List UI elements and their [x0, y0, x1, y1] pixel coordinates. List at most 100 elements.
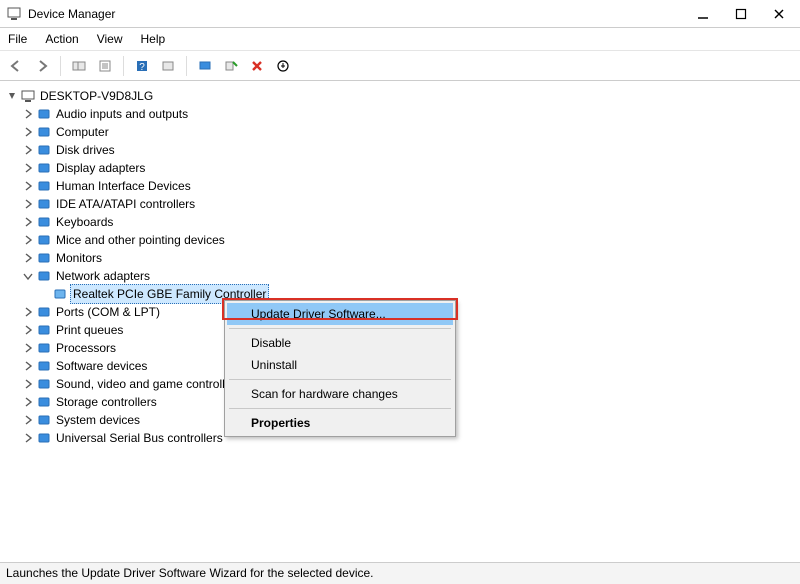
device-category-icon: [36, 214, 52, 230]
back-button[interactable]: [6, 56, 26, 76]
device-category-icon: [36, 322, 52, 338]
menu-file[interactable]: File: [8, 32, 27, 46]
tree-category-label[interactable]: Processors: [56, 339, 116, 357]
enable-button[interactable]: [273, 56, 293, 76]
menu-action[interactable]: Action: [45, 32, 78, 46]
uninstall-button[interactable]: [221, 56, 241, 76]
expand-icon[interactable]: [22, 378, 34, 390]
device-category-icon: [36, 340, 52, 356]
tree-category-label[interactable]: Keyboards: [56, 213, 113, 231]
collapse-icon[interactable]: [22, 270, 34, 282]
tree-category[interactable]: Disk drives: [4, 141, 796, 159]
toolbar: ?: [0, 51, 800, 81]
tree-root-label[interactable]: DESKTOP-V9D8JLG: [40, 87, 153, 105]
tree-category[interactable]: Network adapters: [4, 267, 796, 285]
ctx-separator: [229, 379, 451, 380]
device-category-icon: [36, 232, 52, 248]
statusbar: Launches the Update Driver Software Wiza…: [0, 562, 800, 584]
device-category-icon: [36, 196, 52, 212]
tree-category[interactable]: Monitors: [4, 249, 796, 267]
window-buttons: [696, 7, 794, 21]
tree-category-label[interactable]: Human Interface Devices: [56, 177, 191, 195]
app-icon: [6, 6, 22, 22]
expand-icon[interactable]: [22, 414, 34, 426]
tree-category-label[interactable]: Disk drives: [56, 141, 115, 159]
tree-category-label[interactable]: Computer: [56, 123, 109, 141]
tree-category-label[interactable]: Print queues: [56, 321, 123, 339]
properties-button[interactable]: [95, 56, 115, 76]
device-category-icon: [36, 268, 52, 284]
expand-icon[interactable]: [22, 108, 34, 120]
device-category-icon: [36, 412, 52, 428]
expand-icon[interactable]: [22, 324, 34, 336]
window-title: Device Manager: [28, 7, 115, 21]
network-adapter-icon: [52, 286, 68, 302]
tree-category[interactable]: Audio inputs and outputs: [4, 105, 796, 123]
minimize-button[interactable]: [696, 7, 710, 21]
maximize-button[interactable]: [734, 7, 748, 21]
statusbar-text: Launches the Update Driver Software Wiza…: [6, 566, 374, 580]
tree-category-label[interactable]: System devices: [56, 411, 140, 429]
expand-icon[interactable]: [22, 162, 34, 174]
tree-category[interactable]: Mice and other pointing devices: [4, 231, 796, 249]
menu-help[interactable]: Help: [141, 32, 166, 46]
device-category-icon: [36, 304, 52, 320]
ctx-scan[interactable]: Scan for hardware changes: [227, 383, 453, 405]
ctx-properties[interactable]: Properties: [227, 412, 453, 434]
ctx-disable[interactable]: Disable: [227, 332, 453, 354]
tree-category-label[interactable]: Display adapters: [56, 159, 145, 177]
expand-icon[interactable]: [22, 306, 34, 318]
ctx-uninstall[interactable]: Uninstall: [227, 354, 453, 376]
device-category-icon: [36, 124, 52, 140]
forward-button[interactable]: [32, 56, 52, 76]
expand-icon[interactable]: [22, 126, 34, 138]
context-menu: Update Driver Software... Disable Uninst…: [224, 300, 456, 437]
expand-icon[interactable]: [22, 234, 34, 246]
ctx-separator: [229, 328, 451, 329]
expand-icon[interactable]: [22, 180, 34, 192]
expand-icon[interactable]: [22, 144, 34, 156]
update-driver-button[interactable]: [195, 56, 215, 76]
tree-category-label[interactable]: Monitors: [56, 249, 102, 267]
scan-hardware-button[interactable]: [158, 56, 178, 76]
expand-icon[interactable]: [22, 252, 34, 264]
expand-icon[interactable]: [22, 216, 34, 228]
ctx-separator: [229, 408, 451, 409]
tree-category[interactable]: Human Interface Devices: [4, 177, 796, 195]
device-category-icon: [36, 376, 52, 392]
tree-category-label[interactable]: Ports (COM & LPT): [56, 303, 160, 321]
expand-icon[interactable]: [22, 396, 34, 408]
tree-root[interactable]: DESKTOP-V9D8JLG: [4, 87, 796, 105]
device-category-icon: [36, 178, 52, 194]
expand-icon[interactable]: [22, 198, 34, 210]
tree-category-label[interactable]: Software devices: [56, 357, 147, 375]
tree-category-label[interactable]: IDE ATA/ATAPI controllers: [56, 195, 195, 213]
device-category-icon: [36, 394, 52, 410]
tree-category-label[interactable]: Network adapters: [56, 267, 150, 285]
menubar: File Action View Help: [0, 28, 800, 51]
help-button[interactable]: ?: [132, 56, 152, 76]
toolbar-separator: [60, 56, 61, 76]
tree-category-label[interactable]: Storage controllers: [56, 393, 157, 411]
expand-icon[interactable]: [22, 342, 34, 354]
disable-button[interactable]: [247, 56, 267, 76]
ctx-update-driver[interactable]: Update Driver Software...: [227, 303, 453, 325]
tree-category-label[interactable]: Audio inputs and outputs: [56, 105, 188, 123]
tree-category[interactable]: Computer: [4, 123, 796, 141]
expand-icon[interactable]: [22, 432, 34, 444]
menu-view[interactable]: View: [97, 32, 123, 46]
device-category-icon: [36, 358, 52, 374]
tree-category-label[interactable]: Universal Serial Bus controllers: [56, 429, 223, 447]
tree-category[interactable]: Keyboards: [4, 213, 796, 231]
tree-category[interactable]: IDE ATA/ATAPI controllers: [4, 195, 796, 213]
tree-category-label[interactable]: Sound, video and game controllers: [56, 375, 241, 393]
svg-text:?: ?: [139, 62, 145, 73]
tree-category-label[interactable]: Mice and other pointing devices: [56, 231, 225, 249]
device-category-icon: [36, 430, 52, 446]
tree-category[interactable]: Display adapters: [4, 159, 796, 177]
show-hide-console-button[interactable]: [69, 56, 89, 76]
collapse-icon[interactable]: [6, 90, 18, 102]
close-button[interactable]: [772, 7, 786, 21]
device-category-icon: [36, 250, 52, 266]
expand-icon[interactable]: [22, 360, 34, 372]
